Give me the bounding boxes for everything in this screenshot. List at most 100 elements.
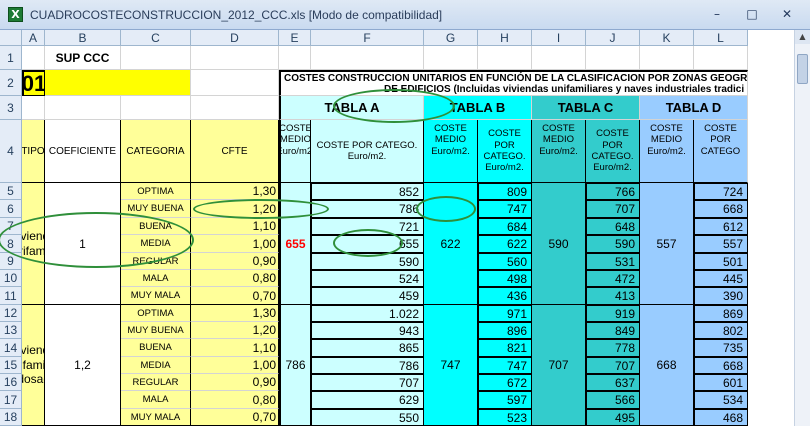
- cell-empty[interactable]: [532, 46, 586, 70]
- cell-a2-year[interactable]: 2012: [22, 70, 45, 96]
- cfte-cell[interactable]: 1,20: [191, 322, 279, 339]
- row-header[interactable]: 6: [0, 200, 22, 218]
- cost-cell-a[interactable]: 590: [311, 253, 424, 270]
- header-coeficiente[interactable]: COEFICIENTE: [45, 120, 121, 183]
- column-header[interactable]: D: [191, 30, 279, 46]
- category-cell[interactable]: MEDIA: [121, 357, 191, 374]
- header-coste-por-b[interactable]: COSTE POR CATEGO. Euro/m2.: [478, 120, 532, 183]
- cost-cell-d[interactable]: 468: [694, 409, 748, 426]
- column-header[interactable]: J: [586, 30, 640, 46]
- cost-cell-d[interactable]: 534: [694, 391, 748, 409]
- category-cell[interactable]: OPTIMA: [121, 183, 191, 200]
- row-header[interactable]: 12: [0, 305, 22, 322]
- cost-cell-c[interactable]: 707: [586, 357, 640, 374]
- category-cell[interactable]: MUY MALA: [121, 409, 191, 426]
- cost-cell-b[interactable]: 622: [478, 235, 532, 253]
- cell-empty[interactable]: [694, 46, 748, 70]
- cell-row3[interactable]: [121, 96, 191, 120]
- column-header[interactable]: L: [694, 30, 748, 46]
- cfte-cell[interactable]: 1,10: [191, 339, 279, 357]
- cell-row3[interactable]: [22, 96, 45, 120]
- cfte-cell[interactable]: 1,00: [191, 235, 279, 253]
- column-header[interactable]: H: [478, 30, 532, 46]
- cfte-cell[interactable]: 1,30: [191, 183, 279, 200]
- row-header[interactable]: 5: [0, 183, 22, 200]
- header-coste-medio-a[interactable]: COSTE MEDIO Euro/m2.: [279, 120, 311, 183]
- cfte-cell[interactable]: 0,80: [191, 270, 279, 287]
- row-header[interactable]: 10: [0, 270, 22, 287]
- block-coeficiente[interactable]: 1: [45, 183, 121, 305]
- cost-cell-c[interactable]: 495: [586, 409, 640, 426]
- cost-cell-c[interactable]: 849: [586, 322, 640, 339]
- category-cell[interactable]: MUY BUENA: [121, 322, 191, 339]
- block-coste-medio-c[interactable]: 707: [532, 305, 586, 426]
- row-header[interactable]: 18: [0, 409, 22, 426]
- vertical-scrollbar[interactable]: ▲: [794, 30, 810, 426]
- category-cell[interactable]: MALA: [121, 270, 191, 287]
- cell-empty[interactable]: [121, 46, 191, 70]
- cost-cell-c[interactable]: 778: [586, 339, 640, 357]
- row-header[interactable]: 1: [0, 46, 22, 70]
- cost-cell-b[interactable]: 747: [478, 200, 532, 218]
- block-tipo[interactable]: Vivienda Unifamiliar Adosada: [22, 305, 45, 426]
- block-coste-medio-d[interactable]: 557: [640, 183, 694, 305]
- cost-cell-b[interactable]: 896: [478, 322, 532, 339]
- category-cell[interactable]: MEDIA: [121, 235, 191, 253]
- cost-cell-a[interactable]: 629: [311, 391, 424, 409]
- cfte-cell[interactable]: 1,10: [191, 218, 279, 235]
- category-cell[interactable]: BUENA: [121, 218, 191, 235]
- cost-cell-d[interactable]: 668: [694, 200, 748, 218]
- column-header[interactable]: I: [532, 30, 586, 46]
- cost-cell-b[interactable]: 971: [478, 305, 532, 322]
- header-categoria[interactable]: CATEGORIA: [121, 120, 191, 183]
- block-coste-medio-a[interactable]: 786: [279, 305, 311, 426]
- cost-cell-c[interactable]: 766: [586, 183, 640, 200]
- cost-cell-c[interactable]: 472: [586, 270, 640, 287]
- column-header[interactable]: C: [121, 30, 191, 46]
- cell-a1[interactable]: [22, 46, 45, 70]
- cell-empty[interactable]: [586, 46, 640, 70]
- header-coste-por-d[interactable]: COSTE POR CATEGO: [694, 120, 748, 183]
- cell-row3[interactable]: [191, 96, 279, 120]
- row-header[interactable]: 13: [0, 322, 22, 339]
- cell-e2-title[interactable]: COSTES CONSTRUCCION UNITARIOS EN FUNCIÓN…: [279, 70, 748, 96]
- cell-tabla-b[interactable]: TABLA B: [424, 96, 532, 120]
- column-header[interactable]: K: [640, 30, 694, 46]
- cost-cell-a[interactable]: 655: [311, 235, 424, 253]
- cost-cell-d[interactable]: 445: [694, 270, 748, 287]
- cost-cell-c[interactable]: 919: [586, 305, 640, 322]
- block-coste-medio-c[interactable]: 590: [532, 183, 586, 305]
- cost-cell-b[interactable]: 597: [478, 391, 532, 409]
- column-header[interactable]: A: [22, 30, 45, 46]
- cfte-cell[interactable]: 1,30: [191, 305, 279, 322]
- column-header[interactable]: F: [311, 30, 424, 46]
- cost-cell-a[interactable]: 459: [311, 287, 424, 305]
- cell-tabla-a[interactable]: TABLA A: [279, 96, 424, 120]
- cfte-cell[interactable]: 1,20: [191, 200, 279, 218]
- header-coste-medio-d[interactable]: COSTE MEDIO Euro/m2.: [640, 120, 694, 183]
- cost-cell-d[interactable]: 601: [694, 374, 748, 391]
- cost-cell-a[interactable]: 707: [311, 374, 424, 391]
- close-button[interactable]: ✕: [776, 6, 798, 22]
- cost-cell-a[interactable]: 786: [311, 357, 424, 374]
- cost-cell-d[interactable]: 724: [694, 183, 748, 200]
- row-header[interactable]: 16: [0, 374, 22, 391]
- cell-empty[interactable]: [311, 46, 424, 70]
- cost-cell-c[interactable]: 590: [586, 235, 640, 253]
- row-header[interactable]: 17: [0, 391, 22, 409]
- cost-cell-b[interactable]: 821: [478, 339, 532, 357]
- cost-cell-a[interactable]: 721: [311, 218, 424, 235]
- header-coste-medio-b[interactable]: COSTE MEDIO Euro/m2.: [424, 120, 478, 183]
- cell-d2[interactable]: [191, 70, 279, 96]
- block-tipo[interactable]: Vivienda Plurifamiliar: [22, 183, 45, 305]
- category-cell[interactable]: MUY BUENA: [121, 200, 191, 218]
- row-header[interactable]: 15: [0, 357, 22, 374]
- cfte-cell[interactable]: 0,80: [191, 391, 279, 409]
- block-coste-medio-a[interactable]: 655: [279, 183, 311, 305]
- cost-cell-b[interactable]: 436: [478, 287, 532, 305]
- cost-cell-b[interactable]: 684: [478, 218, 532, 235]
- maximize-button[interactable]: □: [741, 6, 763, 22]
- cost-cell-a[interactable]: 865: [311, 339, 424, 357]
- header-coste-por-a[interactable]: COSTE POR CATEGO. Euro/m2.: [311, 120, 424, 183]
- row-header[interactable]: 4: [0, 120, 22, 183]
